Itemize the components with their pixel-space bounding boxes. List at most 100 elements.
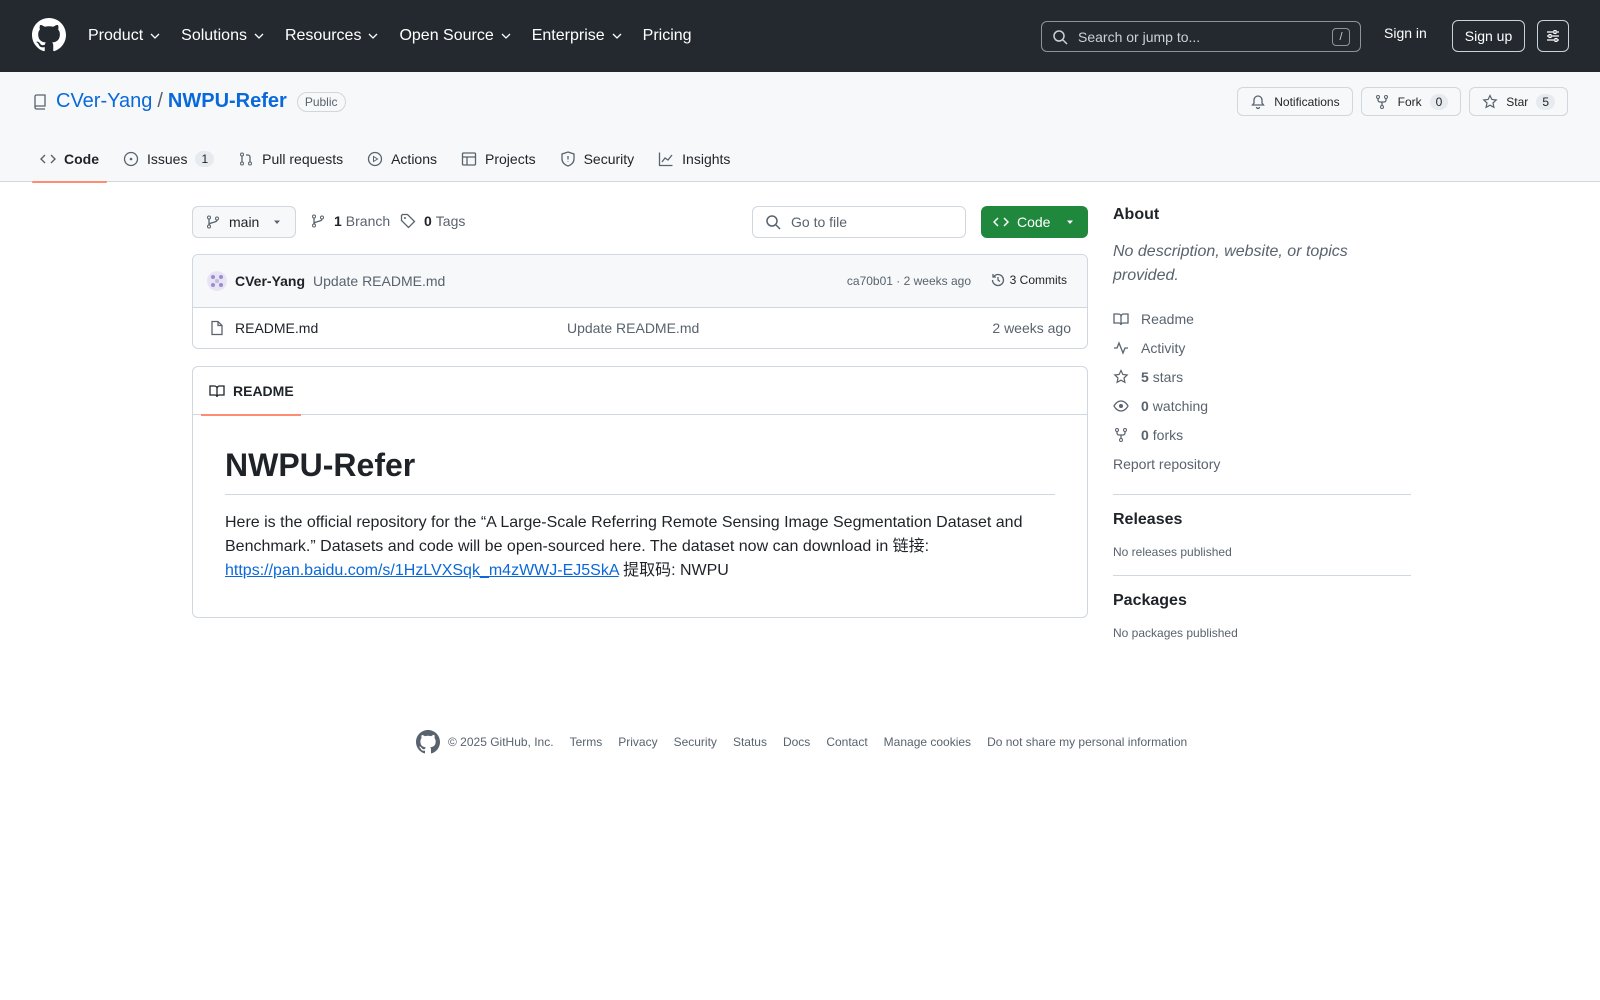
nav-open-source[interactable]: Open Source bbox=[399, 27, 511, 45]
file-toolbar: main 1 Branch 0 Tags Go to file Code bbox=[192, 206, 1088, 238]
watching-link[interactable]: 0 watching bbox=[1113, 391, 1411, 420]
tab-issues[interactable]: Issues 1 bbox=[115, 136, 222, 182]
footer-link-privacy[interactable]: Privacy bbox=[618, 735, 657, 749]
bell-icon bbox=[1251, 94, 1266, 109]
book-icon bbox=[209, 385, 225, 398]
star-icon bbox=[1482, 93, 1498, 108]
footer-copyright: © 2025 GitHub, Inc. bbox=[448, 735, 554, 749]
dataset-download-link[interactable]: https://pan.baidu.com/s/1HzLVXSqk_m4zWWJ… bbox=[225, 562, 619, 579]
code-icon bbox=[40, 154, 56, 164]
visibility-badge: Public bbox=[296, 91, 346, 112]
tab-security[interactable]: Security bbox=[552, 136, 643, 182]
go-to-file-input[interactable]: Go to file bbox=[752, 206, 966, 238]
search-icon bbox=[1053, 29, 1068, 45]
tab-code[interactable]: Code bbox=[32, 136, 107, 183]
github-mark-icon[interactable] bbox=[416, 730, 440, 754]
commits-history-link[interactable]: 3 Commits bbox=[990, 272, 1067, 288]
tab-actions[interactable]: Actions bbox=[359, 136, 445, 182]
repo-title: CVer-Yang / NWPU-Refer Public bbox=[32, 90, 346, 113]
global-nav: Product Solutions Resources Open Source … bbox=[88, 0, 712, 72]
file-icon bbox=[211, 320, 223, 336]
readme-title: NWPU-Refer bbox=[225, 447, 1055, 495]
star-button[interactable]: Star 5 bbox=[1469, 87, 1568, 116]
github-logo-icon[interactable] bbox=[32, 18, 66, 52]
repo-icon bbox=[34, 93, 46, 110]
footer-link-docs[interactable]: Docs bbox=[783, 735, 810, 749]
footer-link-status[interactable]: Status bbox=[733, 735, 767, 749]
repo-sidebar: About No description, website, or topics… bbox=[1113, 206, 1411, 640]
nav-product[interactable]: Product bbox=[88, 27, 161, 45]
play-icon bbox=[367, 151, 383, 167]
fork-icon bbox=[1115, 427, 1127, 442]
path-separator: / bbox=[157, 90, 163, 112]
avatar[interactable] bbox=[207, 271, 227, 291]
commit-hash-time[interactable]: ca70b01 · 2 weeks ago bbox=[847, 274, 971, 288]
nav-pricing[interactable]: Pricing bbox=[643, 27, 692, 45]
branches-link[interactable]: 1 Branch bbox=[310, 213, 390, 229]
star-count: 5 bbox=[1536, 93, 1555, 110]
caret-down-icon bbox=[1067, 220, 1073, 224]
readme-link[interactable]: Readme bbox=[1113, 304, 1411, 333]
commit-message-link[interactable]: Update README.md bbox=[313, 273, 445, 289]
pull-request-icon bbox=[240, 152, 253, 166]
file-age: 2 weeks ago bbox=[992, 320, 1071, 336]
readme-panel: README NWPU-Refer Here is the official r… bbox=[192, 366, 1088, 618]
file-name-link[interactable]: README.md bbox=[235, 320, 318, 336]
divider bbox=[1113, 575, 1411, 576]
footer-link-security[interactable]: Security bbox=[674, 735, 717, 749]
report-repository-link[interactable]: Report repository bbox=[1113, 449, 1411, 478]
branch-count: 1 bbox=[334, 213, 342, 229]
footer-link-do-not-share[interactable]: Do not share my personal information bbox=[987, 735, 1187, 749]
sign-up-button[interactable]: Sign up bbox=[1452, 20, 1525, 52]
stars-link[interactable]: 5 stars bbox=[1113, 362, 1411, 391]
shield-icon bbox=[560, 151, 575, 167]
code-dropdown-button[interactable]: Code bbox=[981, 206, 1088, 238]
footer: © 2025 GitHub, Inc. Terms Privacy Securi… bbox=[416, 730, 1187, 754]
book-icon bbox=[1113, 312, 1129, 325]
star-icon bbox=[1113, 368, 1129, 383]
chevron-down-icon bbox=[501, 33, 511, 39]
nav-enterprise[interactable]: Enterprise bbox=[532, 27, 623, 45]
footer-link-contact[interactable]: Contact bbox=[826, 735, 867, 749]
readme-body: NWPU-Refer Here is the official reposito… bbox=[193, 415, 1087, 583]
releases-heading[interactable]: Releases bbox=[1113, 511, 1411, 529]
branch-select-button[interactable]: main bbox=[192, 206, 296, 238]
tag-icon bbox=[400, 213, 416, 229]
repo-owner-link[interactable]: CVer-Yang bbox=[56, 90, 152, 113]
tags-link[interactable]: 0 Tags bbox=[400, 213, 465, 229]
chevron-down-icon bbox=[254, 33, 264, 39]
global-search-input[interactable]: Search or jump to... / bbox=[1041, 21, 1361, 52]
forks-link[interactable]: 0 forks bbox=[1113, 420, 1411, 449]
repo-tabs: Code Issues 1 Pull requests Actions Proj… bbox=[32, 136, 746, 183]
packages-heading[interactable]: Packages bbox=[1113, 592, 1411, 610]
footer-link-terms[interactable]: Terms bbox=[570, 735, 603, 749]
tab-pull-requests[interactable]: Pull requests bbox=[230, 136, 351, 182]
chevron-down-icon bbox=[150, 33, 160, 39]
main-content: main 1 Branch 0 Tags Go to file Code CVe… bbox=[192, 206, 1088, 618]
packages-empty-text: No packages published bbox=[1113, 626, 1238, 640]
readme-paragraph: Here is the official repository for the … bbox=[225, 514, 1023, 579]
tab-projects[interactable]: Projects bbox=[453, 136, 544, 182]
footer-link-manage-cookies[interactable]: Manage cookies bbox=[884, 735, 971, 749]
chevron-down-icon bbox=[368, 33, 378, 39]
tab-insights[interactable]: Insights bbox=[650, 136, 738, 182]
settings-menu-button[interactable] bbox=[1537, 20, 1569, 52]
search-placeholder: Search or jump to... bbox=[1078, 28, 1201, 45]
repo-header: CVer-Yang / NWPU-Refer Public Notificati… bbox=[0, 72, 1600, 183]
file-commit-link[interactable]: Update README.md bbox=[567, 320, 699, 336]
nav-resources[interactable]: Resources bbox=[285, 27, 379, 45]
fork-button[interactable]: Fork 0 bbox=[1360, 87, 1462, 116]
activity-link[interactable]: Activity bbox=[1113, 333, 1411, 362]
file-list: CVer-Yang Update README.md ca70b01 · 2 w… bbox=[192, 254, 1088, 349]
chevron-down-icon bbox=[612, 33, 622, 39]
issue-icon bbox=[123, 151, 139, 167]
nav-solutions[interactable]: Solutions bbox=[181, 27, 265, 45]
commit-author-link[interactable]: CVer-Yang bbox=[235, 273, 305, 289]
file-row[interactable]: README.md Update README.md 2 weeks ago bbox=[193, 308, 1087, 348]
notifications-button[interactable]: Notifications bbox=[1237, 87, 1353, 116]
repo-name-link[interactable]: NWPU-Refer bbox=[168, 90, 287, 113]
readme-tab[interactable]: README bbox=[201, 367, 301, 416]
graph-icon bbox=[659, 152, 673, 167]
sign-in-link[interactable]: Sign in bbox=[1384, 25, 1427, 41]
fork-icon bbox=[1375, 94, 1388, 109]
